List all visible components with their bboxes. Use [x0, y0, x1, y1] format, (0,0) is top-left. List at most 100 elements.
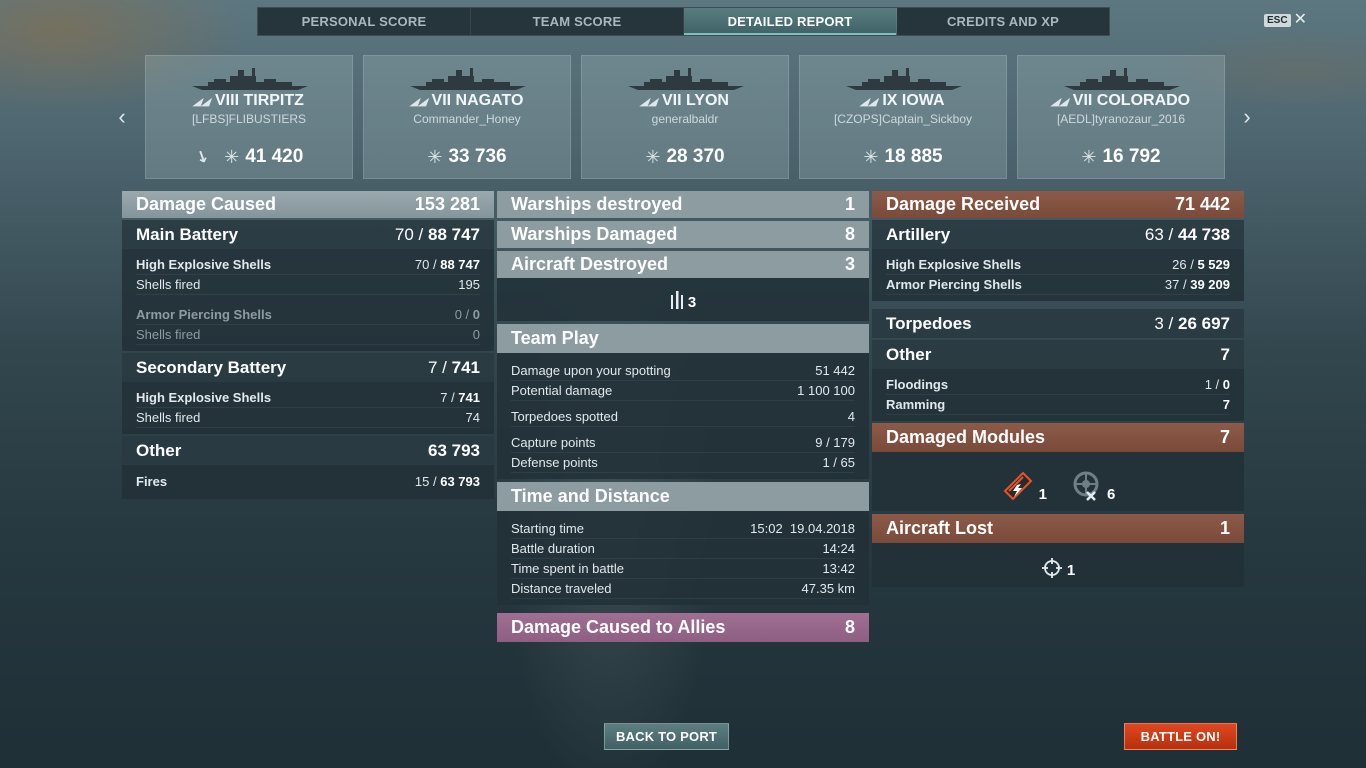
crosshair-icon: [1041, 558, 1062, 578]
left-other-details: Fires 15 / 63 793: [122, 465, 494, 499]
close-button[interactable]: ESC ✕: [1264, 11, 1307, 28]
tab-credits-xp[interactable]: CREDITS AND XP: [897, 8, 1109, 35]
ship-card[interactable]: ◢◢ VII COLORADO [AEDL]tyranozaur_2016 ✳ 16 7…: [1017, 55, 1225, 179]
time-row: Battle duration 14:24: [511, 539, 855, 559]
damaged-modules-header: Damaged Modules 7: [872, 423, 1244, 452]
back-to-port-button[interactable]: BACK TO PORT: [604, 723, 729, 750]
damage-burst-icon: ✳: [224, 146, 240, 167]
ship-card[interactable]: ◢◢ VIII TIRPITZ [LFBS]FLIBUSTIERS ↘ ✳ 41 420: [145, 55, 353, 179]
left-other-header: Other 63 793: [122, 436, 494, 465]
ship-name: ◢◢ VIII TIRPITZ: [191, 92, 304, 109]
ship-silhouette-icon: [192, 68, 308, 90]
floodings-row: Floodings 1 / 0: [886, 375, 1230, 395]
damage-received-panel: Damage Received 71 442 Artillery 63 / 44 …: [872, 191, 1244, 587]
tab-detailed-report[interactable]: DETAILED REPORT: [684, 8, 897, 35]
aircraft-icon: [670, 290, 683, 309]
ship-card[interactable]: ◢◢ VII NAGATO Commander_Honey ✳ 33 736: [363, 55, 571, 179]
warships-damaged-header: Warships Damaged 8: [497, 221, 869, 248]
steering-damage-item: 6: [1069, 469, 1115, 503]
left-other-value: 63 793: [428, 440, 480, 460]
damaged-modules-icons: 1 6: [872, 452, 1244, 511]
close-icon: ✕: [1293, 11, 1307, 28]
report-tabs: PERSONAL SCORE TEAM SCORE DETAILED REPOR…: [257, 7, 1110, 36]
team-play-row: Torpedoes spotted 4: [511, 407, 855, 427]
main-battery-header: Main Battery 70 / 88 747: [122, 220, 494, 249]
ship-class-icon: ◢◢: [1049, 96, 1071, 108]
main-he-fired-row: Shells fired 195: [136, 275, 480, 295]
player-name: generalbaldr: [651, 112, 719, 126]
time-row: Distance traveled 47.35 km: [511, 579, 855, 599]
ship-silhouette-icon: [410, 68, 526, 90]
ship-class-icon: ◢◢: [408, 96, 430, 108]
carousel-next-button[interactable]: ›: [1237, 104, 1257, 130]
main-he-row: High Explosive Shells 70 / 88 747: [136, 255, 480, 275]
torpedoes-header: Torpedoes 3 / 26 697: [872, 309, 1244, 338]
secondary-battery-value: 7 / 741: [427, 357, 480, 377]
aircraft-lost-header: Aircraft Lost 1: [872, 514, 1244, 543]
team-play-row: Defense points 1 / 65: [511, 453, 855, 473]
main-battery-details: High Explosive Shells 70 / 88 747 Shells…: [122, 249, 494, 351]
player-name: [AEDL]tyranozaur_2016: [1056, 112, 1186, 126]
aircraft-destroyed-header: Aircraft Destroyed 3: [497, 251, 869, 278]
left-other-label: Other: [136, 440, 182, 460]
damage-burst-icon: ✳: [863, 146, 879, 167]
damage-received-header: Damage Received 71 442: [872, 191, 1244, 218]
secondary-battery-details: High Explosive Shells 7 / 741 Shells fir…: [122, 382, 494, 434]
tab-team-score[interactable]: TEAM SCORE: [471, 8, 684, 35]
ship-card[interactable]: ◢◢ IX IOWA [CZOPS]Captain_Sickboy ✳ 18 885: [799, 55, 1007, 179]
engine-damage-icon: [1003, 471, 1033, 501]
damage-burst-icon: ✳: [1081, 146, 1097, 167]
damage-caused-label: Damage Caused: [136, 194, 277, 214]
ship-damage: ✳ 33 736: [427, 146, 507, 167]
damage-burst-icon: ✳: [645, 146, 661, 167]
damage-burst-icon: ✳: [427, 146, 443, 167]
secondary-battery-label: Secondary Battery: [136, 357, 287, 377]
ship-name: ◢◢ VII COLORADO: [1049, 92, 1191, 109]
esc-key-badge: ESC: [1264, 13, 1291, 27]
damage-caused-panel: Damage Caused 153 281 Main Battery 70 / …: [122, 191, 494, 499]
player-name: [CZOPS]Captain_Sickboy: [833, 112, 973, 126]
ship-card[interactable]: ◢◢ VII LYON generalbaldr ✳ 28 370: [581, 55, 789, 179]
time-row: Starting time 15:02 19.04.2018: [511, 519, 855, 539]
secondary-he-row: High Explosive Shells 7 / 741: [136, 388, 480, 408]
main-ap-row: Armor Piercing Shells 0 / 0: [136, 305, 480, 325]
ship-damage: ↘ ✳ 41 420: [191, 146, 304, 168]
carousel-prev-button[interactable]: ‹: [112, 104, 132, 130]
damage-caused-header: Damage Caused 153 281: [122, 191, 494, 218]
damage-to-allies-header: Damage Caused to Allies 8: [497, 613, 869, 642]
tab-personal-score[interactable]: PERSONAL SCORE: [258, 8, 471, 35]
player-name: [LFBS]FLIBUSTIERS: [191, 112, 307, 126]
damage-caused-value: 153 281: [414, 194, 480, 214]
secondary-battery-header: Secondary Battery 7 / 741: [122, 353, 494, 382]
ship-class-icon: ◢◢: [859, 96, 881, 108]
steering-gear-icon: [1073, 471, 1099, 501]
team-play-row: Potential damage 1 100 100: [511, 381, 855, 401]
battle-on-button[interactable]: BATTLE ON!: [1124, 723, 1237, 750]
player-name: Commander_Honey: [413, 112, 521, 126]
team-play-row: Damage upon your spotting 51 442: [511, 361, 855, 381]
received-he-row: High Explosive Shells 26 / 5 529: [886, 255, 1230, 275]
main-battery-value: 70 / 88 747: [394, 224, 480, 244]
aircraft-destroyed-item: 3: [670, 289, 696, 311]
team-play-details: Damage upon your spotting 51 442 Potentia…: [497, 353, 869, 479]
secondary-fired-row: Shells fired 74: [136, 408, 480, 428]
ship-name: ◢◢ IX IOWA: [859, 92, 945, 109]
aircraft-destroyed-icons: 3: [497, 278, 869, 321]
warships-destroyed-header: Warships destroyed 1: [497, 191, 869, 218]
engine-damage-item: 1: [1001, 469, 1047, 503]
time-distance-details: Starting time 15:02 19.04.2018 Battle dur…: [497, 511, 869, 605]
ship-name: ◢◢ VII LYON: [638, 92, 729, 109]
team-play-row: Capture points 9 / 179: [511, 433, 855, 453]
time-distance-header: Time and Distance: [497, 482, 869, 511]
ship-silhouette-icon: [846, 68, 962, 90]
main-battery-label: Main Battery: [136, 224, 239, 244]
ship-damage: ✳ 18 885: [863, 146, 943, 167]
aircraft-lost-item: 1: [1041, 557, 1075, 579]
main-ap-fired-row: Shells fired 0: [136, 325, 480, 345]
fires-row: Fires 15 / 63 793: [136, 473, 480, 489]
ship-silhouette-icon: [628, 68, 744, 90]
right-other-header: Other 7: [872, 340, 1244, 369]
received-ap-row: Armor Piercing Shells 37 / 39 209: [886, 275, 1230, 295]
team-play-header: Team Play: [497, 324, 869, 353]
ship-name: ◢◢ VII NAGATO: [408, 92, 524, 109]
